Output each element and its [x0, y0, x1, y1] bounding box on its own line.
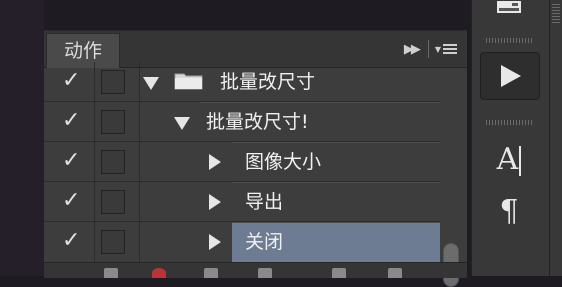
check-icon: ✓	[62, 148, 81, 173]
play-selection-icon[interactable]	[204, 268, 218, 278]
history-icon	[497, 1, 521, 13]
toggle-item-checkbox[interactable]: ✓	[44, 142, 95, 182]
type-icon: A	[497, 142, 522, 177]
dialog-box-icon	[101, 110, 125, 134]
check-icon: ✓	[62, 228, 81, 253]
panel-menu-icon[interactable]: ▼	[435, 44, 457, 54]
list-item[interactable]: ✓ 图像大小	[44, 142, 440, 182]
dialog-box-icon	[101, 150, 125, 174]
disclosure-down-icon[interactable]	[143, 77, 159, 90]
list-item-selected[interactable]: ✓ 关闭	[44, 222, 440, 263]
list-item[interactable]: ✓ 导出	[44, 182, 440, 222]
list-item[interactable]: ✓ 批量改尺寸!	[44, 102, 440, 142]
step-label: 导出	[245, 191, 284, 213]
toggle-item-checkbox[interactable]: ✓	[44, 182, 95, 222]
dialog-box-icon	[101, 70, 125, 94]
toggle-item-checkbox[interactable]: ✓	[44, 102, 95, 142]
header-divider	[427, 40, 429, 58]
delete-icon[interactable]	[388, 268, 402, 278]
character-panel-button[interactable]: A	[480, 136, 538, 182]
new-action-icon[interactable]	[332, 268, 346, 278]
step-label: 关闭	[245, 231, 284, 253]
stop-icon[interactable]	[104, 268, 118, 278]
toggle-item-checkbox[interactable]: ✓	[44, 222, 95, 262]
list-item[interactable]: ✓ 批量改尺寸	[44, 62, 440, 102]
action-label: 批量改尺寸!	[206, 111, 309, 133]
play-icon	[501, 65, 521, 87]
paragraph-icon: ¶	[499, 193, 519, 229]
disclosure-right-icon[interactable]	[209, 154, 221, 170]
check-icon: ✓	[62, 188, 81, 213]
new-set-icon[interactable]	[258, 268, 272, 278]
panel-header-controls: ▶▶ ▼	[404, 35, 457, 63]
panel-dock-strip: A ¶	[471, 0, 547, 276]
toggle-item-checkbox[interactable]: ✓	[44, 62, 95, 102]
paragraph-panel-button[interactable]: ¶	[480, 188, 538, 234]
record-icon[interactable]	[152, 268, 166, 278]
disclosure-down-icon[interactable]	[174, 117, 190, 130]
dialog-box-icon	[101, 190, 125, 214]
check-icon: ✓	[62, 108, 81, 133]
history-button[interactable]	[480, 0, 538, 22]
actions-panel-button[interactable]	[480, 52, 540, 100]
toggle-dialog-checkbox[interactable]	[95, 62, 140, 102]
toggle-dialog-checkbox[interactable]	[95, 142, 140, 182]
workspace-background	[0, 0, 44, 276]
actions-list: ✓ 批量改尺寸 ✓ 批量改尺寸! ✓ 图像大小 ✓ 导出 ✓ 关闭	[44, 62, 467, 287]
check-icon: ✓	[62, 68, 81, 93]
toggle-dialog-checkbox[interactable]	[95, 182, 140, 222]
collapse-icon[interactable]: ▶▶	[404, 42, 422, 57]
disclosure-right-icon[interactable]	[209, 234, 221, 250]
toggle-dialog-checkbox[interactable]	[95, 102, 140, 142]
folder-icon	[174, 73, 203, 90]
edge-dock	[546, 0, 562, 276]
actions-panel: 动作 ▶▶ ▼ ✓ 批量改尺寸 ✓ 批量改尺寸! ✓ 图像大小 ✓ 导出 ✓ 关…	[44, 30, 467, 287]
grip-handle[interactable]	[486, 120, 532, 125]
edge-divider	[549, 0, 550, 276]
grip-handle[interactable]	[486, 38, 532, 43]
grip-handle[interactable]	[552, 4, 560, 24]
dialog-box-icon	[101, 230, 125, 254]
scrollbar[interactable]	[443, 68, 463, 262]
action-set-label: 批量改尺寸	[220, 71, 316, 93]
step-label: 图像大小	[245, 151, 322, 173]
toggle-dialog-checkbox[interactable]	[95, 222, 140, 262]
disclosure-right-icon[interactable]	[209, 194, 221, 210]
